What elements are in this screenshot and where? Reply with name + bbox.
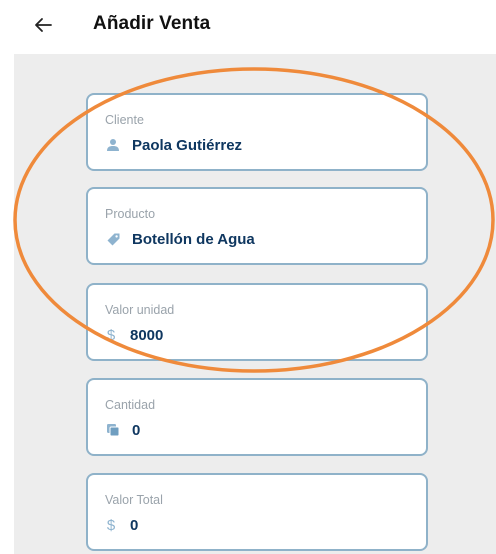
- cliente-label: Cliente: [105, 113, 144, 127]
- back-button[interactable]: [32, 14, 54, 36]
- dollar-icon: $: [106, 516, 116, 534]
- valor-total-field[interactable]: Valor Total $ 0: [86, 473, 428, 551]
- app-bar: Añadir Venta: [0, 0, 496, 50]
- cantidad-value: 0: [132, 421, 141, 439]
- producto-value: Botellón de Agua: [132, 230, 255, 248]
- tag-icon: [105, 231, 121, 247]
- cantidad-label: Cantidad: [105, 398, 156, 412]
- producto-label: Producto: [105, 207, 156, 221]
- cantidad-field[interactable]: Cantidad 0: [86, 378, 428, 456]
- cliente-value: Paola Gutiérrez: [132, 136, 243, 154]
- stack-icon: [105, 422, 121, 438]
- dollar-icon: $: [106, 326, 116, 344]
- valor-total-value: 0: [130, 516, 139, 534]
- valor-unidad-value: 8000: [130, 326, 164, 344]
- person-icon: [105, 137, 121, 153]
- arrow-left-icon: [35, 18, 52, 32]
- valor-unidad-label: Valor unidad: [105, 303, 175, 317]
- producto-field[interactable]: Producto Botellón de Agua: [86, 187, 428, 265]
- add-sale-screen: Añadir Venta Cliente Paola Gutiérrez Pro…: [0, 0, 496, 554]
- page-title: Añadir Venta: [93, 13, 211, 34]
- valor-unidad-field[interactable]: Valor unidad $ 8000: [86, 283, 428, 361]
- cliente-field[interactable]: Cliente Paola Gutiérrez: [86, 93, 428, 171]
- valor-total-label: Valor Total: [105, 493, 163, 507]
